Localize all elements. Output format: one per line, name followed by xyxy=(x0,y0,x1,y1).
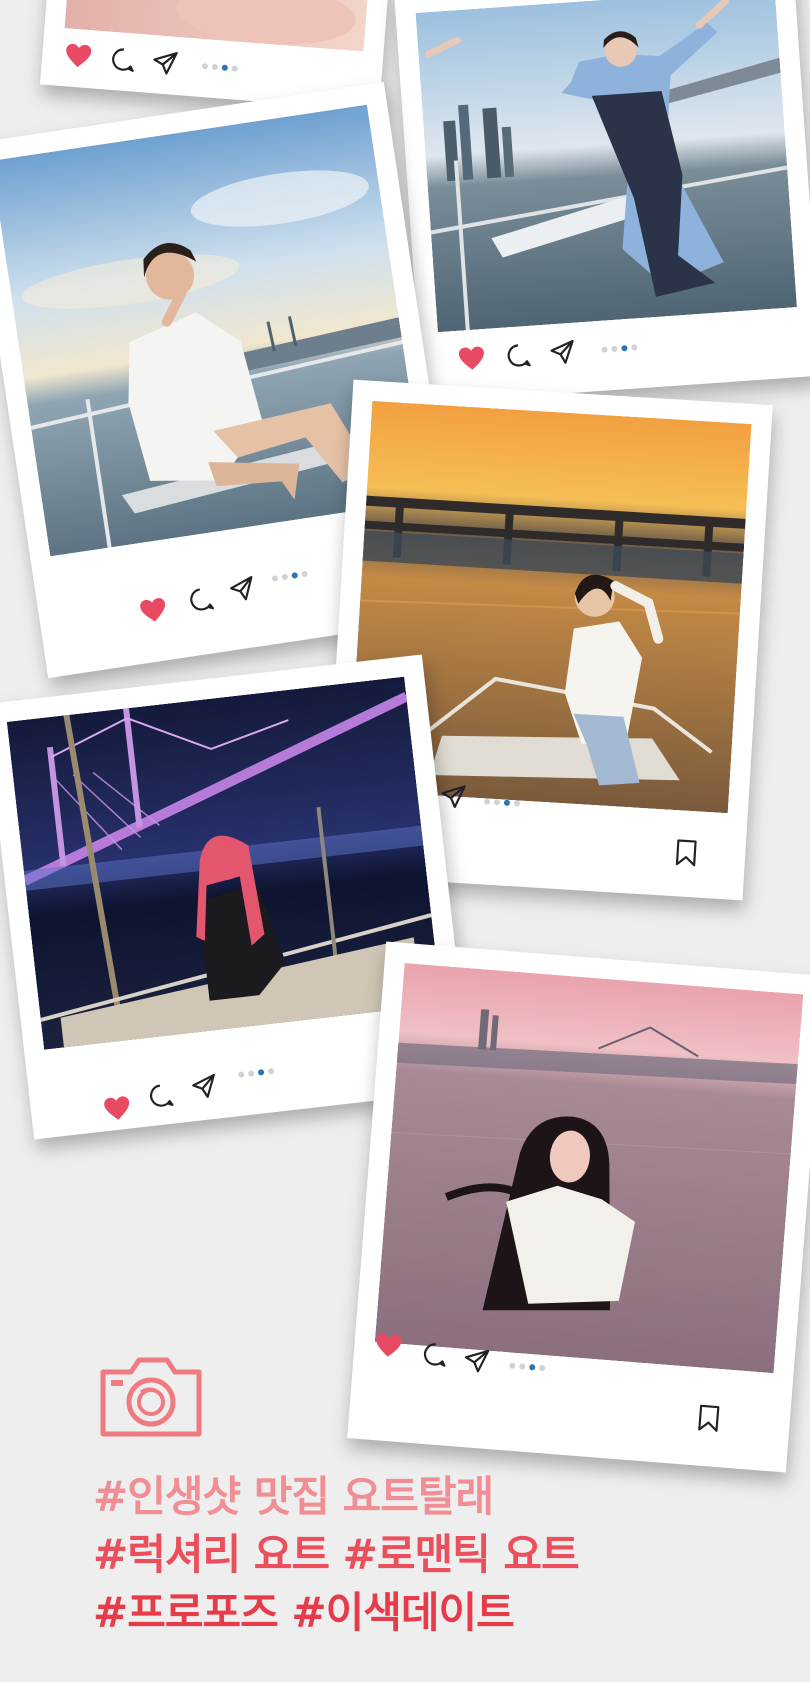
carousel-dot-active xyxy=(621,345,628,352)
carousel-dot xyxy=(201,62,209,70)
carousel-dot xyxy=(237,1071,245,1078)
hashtag-line: #럭셔리 요트 #로맨틱 요트 xyxy=(93,1530,580,1579)
hashtag-block: #인생샷 맛집 요트탈래 #럭셔리 요트 #로맨틱 요트 #프로포즈 #이색데이… xyxy=(93,1468,580,1642)
carousel-dot-active xyxy=(291,572,299,579)
carousel-dot xyxy=(211,63,219,71)
share-icon[interactable] xyxy=(190,1073,219,1102)
heart-icon[interactable] xyxy=(457,345,487,372)
comment-icon[interactable] xyxy=(147,1081,176,1110)
share-icon[interactable] xyxy=(549,339,577,367)
carousel-indicator xyxy=(483,798,521,807)
carousel-dot xyxy=(271,575,279,582)
heart-icon[interactable] xyxy=(374,1332,404,1359)
bookmark-icon[interactable] xyxy=(674,838,698,867)
post-photo[interactable] xyxy=(415,0,797,333)
post-card xyxy=(394,0,810,404)
carousel-dot xyxy=(493,799,501,806)
carousel-dot xyxy=(483,798,491,805)
comment-icon[interactable] xyxy=(187,585,217,615)
carousel-indicator xyxy=(271,570,309,582)
carousel-dot xyxy=(519,1363,526,1370)
heart-icon[interactable] xyxy=(63,42,93,69)
carousel-indicator xyxy=(601,344,638,353)
carousel-dot xyxy=(513,800,521,807)
carousel-dot xyxy=(301,570,309,578)
carousel-dot xyxy=(631,344,638,351)
comment-icon[interactable] xyxy=(505,342,533,370)
post-photo[interactable] xyxy=(374,963,804,1374)
carousel-dot xyxy=(509,1362,516,1369)
post-photo[interactable] xyxy=(6,676,442,1050)
carousel-dot xyxy=(247,1070,255,1077)
hashtag-line: #프로포즈 #이색데이트 xyxy=(93,1588,515,1637)
comment-icon[interactable] xyxy=(421,1341,449,1369)
carousel-dot xyxy=(231,65,239,72)
carousel-dot-active xyxy=(257,1069,265,1076)
carousel-dot-active xyxy=(503,799,511,806)
carousel-indicator xyxy=(509,1362,546,1372)
share-icon[interactable] xyxy=(227,575,257,605)
share-icon[interactable] xyxy=(439,783,467,811)
share-icon[interactable] xyxy=(151,49,179,77)
carousel-indicator xyxy=(237,1067,275,1078)
bookmark-icon[interactable] xyxy=(697,1403,721,1433)
heart-icon[interactable] xyxy=(102,1094,133,1122)
carousel-indicator xyxy=(201,62,239,72)
camera-icon xyxy=(100,1357,202,1437)
carousel-dot xyxy=(281,573,289,581)
share-icon[interactable] xyxy=(463,1347,491,1375)
comment-icon[interactable] xyxy=(109,46,137,74)
carousel-dot xyxy=(267,1067,275,1075)
carousel-dot-active xyxy=(529,1364,536,1371)
carousel-dot xyxy=(601,346,608,353)
heart-icon[interactable] xyxy=(138,596,169,625)
carousel-dot-active xyxy=(221,64,229,72)
post-card xyxy=(347,941,810,1473)
carousel-dot xyxy=(611,345,618,353)
carousel-dot xyxy=(539,1364,546,1372)
hashtag-line: #인생샷 맛집 요트탈래 xyxy=(93,1472,494,1521)
